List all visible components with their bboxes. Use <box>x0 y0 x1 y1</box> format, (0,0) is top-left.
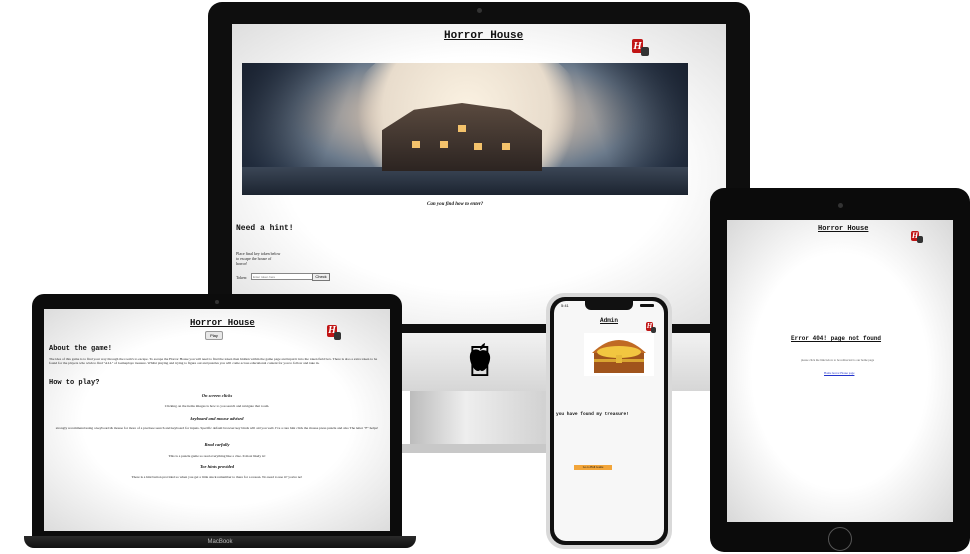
horror-house-logo-icon[interactable]: H <box>646 322 657 333</box>
token-input[interactable] <box>251 273 313 280</box>
tablet-screen: Horror House H Error 404! page not found… <box>727 220 953 522</box>
treasure-chest-icon <box>592 340 646 373</box>
imac-screen: Horror House H Can you find how to enter… <box>232 24 726 324</box>
camera-icon <box>838 203 843 208</box>
horror-house-logo-icon[interactable]: H <box>911 231 923 243</box>
horror-house-logo-icon[interactable]: H <box>632 39 650 57</box>
section-heading: keyboard and mouse advised <box>190 416 244 421</box>
page-title: Horror House <box>190 318 255 328</box>
hall-game-link[interactable]: Go to Hall Game <box>574 465 612 470</box>
laptop-brand-label: MacBook <box>207 539 233 545</box>
status-time: 5:41 <box>561 303 569 308</box>
about-text: The idea of this game is to find your wa… <box>49 357 378 366</box>
section-heading: On screen clicks <box>201 393 233 398</box>
section-text: strongly recommend using a keyboard & mo… <box>55 426 379 430</box>
error-text: please click the link below to be redire… <box>801 358 875 362</box>
apple-icon <box>469 343 491 371</box>
camera-icon <box>477 8 482 13</box>
howto-heading: How to play? <box>49 379 100 387</box>
horror-house-logo-icon[interactable]: H <box>327 325 342 340</box>
laptop-screen: Horror House H Play About the game! The … <box>44 309 390 531</box>
found-text: you have found my treasure! <box>556 412 629 417</box>
section-text: There is a hint button provided so when … <box>131 475 303 479</box>
phone-screen: 5:41 Admin H you have found my treasure!… <box>554 301 664 541</box>
error-heading: Error 404! page not found <box>791 335 882 342</box>
hint-text: Place final key token below to escape th… <box>236 251 281 266</box>
image-caption: Can you find how to enter? <box>427 202 484 207</box>
token-label: Token: <box>236 275 248 280</box>
imac-stand <box>410 391 550 446</box>
imac-stand-foot <box>395 444 565 453</box>
play-button[interactable]: Play <box>205 331 223 340</box>
treasure-chest-image <box>584 333 654 376</box>
section-heading: Read carfully <box>204 442 230 447</box>
page-title: Admin <box>600 317 619 324</box>
section-text: This is a puzzle game so read everything… <box>168 454 266 458</box>
check-button[interactable]: Check <box>312 273 330 281</box>
haunted-house-image[interactable] <box>242 63 688 195</box>
page-title: Horror House <box>818 225 869 233</box>
phone-notch <box>585 301 633 310</box>
about-heading: About the game! <box>49 345 113 353</box>
section-heading: Toe hints provided <box>199 464 235 469</box>
home-button[interactable] <box>828 527 852 551</box>
home-link[interactable]: Home horror House page <box>824 371 854 376</box>
camera-icon <box>215 300 219 304</box>
hint-heading: Need a hint! <box>236 224 294 233</box>
section-text: Clicking on the items images is how to y… <box>164 404 270 408</box>
battery-icon <box>640 304 654 307</box>
page-title: Horror House <box>444 30 524 42</box>
